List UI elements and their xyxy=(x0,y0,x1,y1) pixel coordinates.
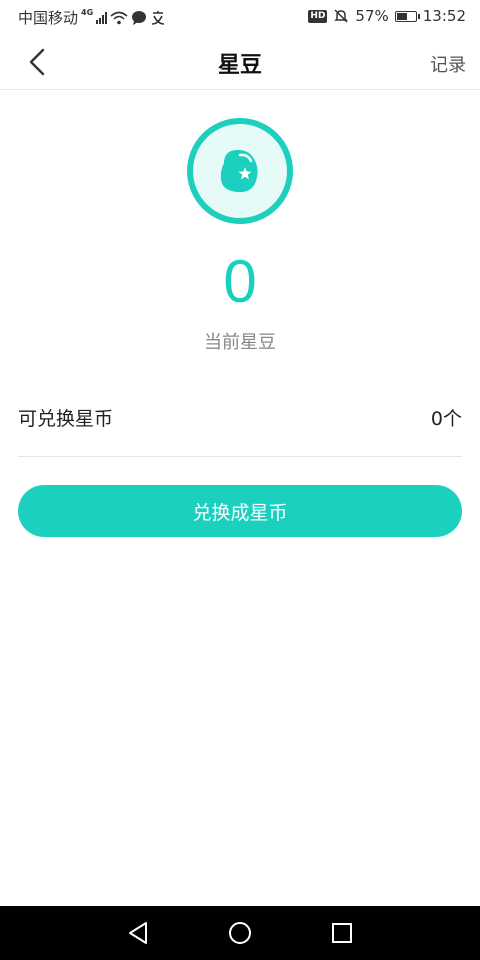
battery-icon xyxy=(394,10,420,22)
screen: 中国移动 4G HD 57% 13:52 星豆 记录 0 当前星豆 可兑换星币 … xyxy=(0,0,480,960)
status-right: HD 57% 13:52 xyxy=(308,7,466,25)
exchange-to-coins-button[interactable]: 兑换成星币 xyxy=(18,485,462,537)
status-bar: 中国移动 4G HD 57% 13:52 xyxy=(0,0,480,34)
hd-icon: HD xyxy=(308,9,328,23)
system-navigation-bar xyxy=(0,906,480,960)
battery-level-fill xyxy=(396,12,407,20)
carrier-name: 中国移动 xyxy=(18,9,79,27)
bean-badge xyxy=(187,118,293,224)
network-type: 4G xyxy=(81,8,94,17)
nav-bar: 星豆 记录 xyxy=(0,34,480,90)
status-left: 中国移动 4G xyxy=(18,7,166,28)
exchangeable-coins-label: 可兑换星币 xyxy=(18,407,114,430)
square-recent-icon xyxy=(332,923,352,943)
system-home-button[interactable] xyxy=(226,919,254,947)
clock: 13:52 xyxy=(422,7,466,25)
exchangeable-coins-count: 0个 xyxy=(430,407,462,430)
page-title: 星豆 xyxy=(217,53,262,78)
bean-balance-value: 0 xyxy=(223,248,257,315)
battery-percent: 57% xyxy=(355,7,389,25)
circle-home-icon xyxy=(229,922,251,944)
exchangeable-coins-row: 可兑换星币 0个 xyxy=(18,378,462,457)
app-notification-icon xyxy=(152,11,165,25)
silent-bell-icon xyxy=(334,9,349,23)
system-back-button[interactable] xyxy=(124,919,152,947)
bean-star-icon xyxy=(220,149,258,193)
wifi-icon xyxy=(110,11,128,24)
triangle-back-icon xyxy=(129,922,147,944)
bean-balance-label: 当前星豆 xyxy=(204,332,276,353)
signal-icon xyxy=(96,11,108,24)
record-link[interactable]: 记录 xyxy=(430,51,466,77)
message-icon xyxy=(132,11,147,25)
system-recent-button[interactable] xyxy=(328,919,356,947)
